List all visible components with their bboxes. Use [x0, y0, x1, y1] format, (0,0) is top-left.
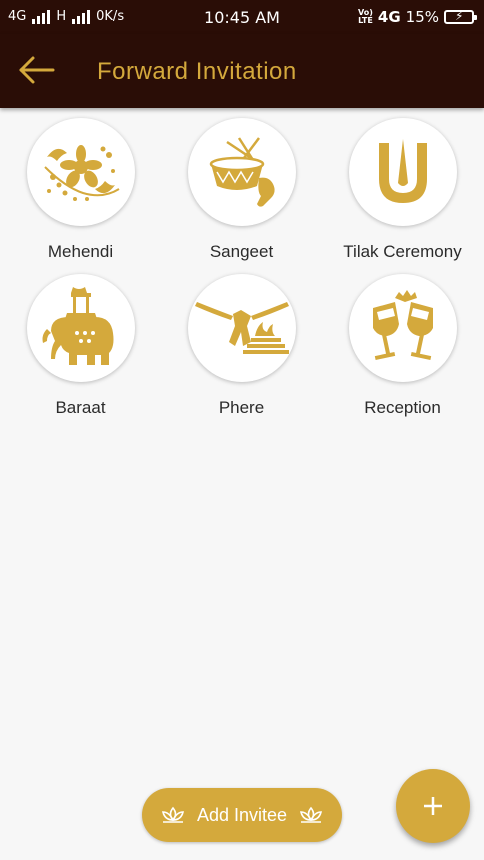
elephant-procession-icon [42, 287, 113, 365]
sacred-fire-icon [194, 302, 289, 354]
toast-glasses-icon [372, 290, 433, 361]
henna-floral-icon [43, 145, 120, 201]
battery-icon: ⚡ [444, 9, 477, 24]
lotus-icon [300, 806, 323, 823]
event-icon-circle[interactable] [26, 274, 135, 382]
event-icon-circle[interactable] [187, 118, 296, 226]
add-fab-button[interactable] [396, 769, 470, 843]
arrow-left-icon [19, 56, 55, 84]
dholak-drum-icon [209, 137, 275, 207]
add-invitee-button[interactable]: Add Invitee [142, 788, 342, 842]
event-label: Phere [218, 398, 265, 417]
event-label: Reception [364, 398, 441, 417]
event-icon-circle[interactable] [26, 118, 135, 226]
event-label: Tilak Ceremony [343, 242, 462, 261]
add-invitee-label: Add Invitee [196, 804, 288, 825]
app-bar: Forward Invitation [0, 34, 484, 108]
page-title: Forward Invitation [97, 58, 297, 85]
status-bar: 4G H 0K/s 10:45 AM Vo) LTE 4G 15% ⚡ [0, 0, 484, 34]
status-right: Vo) LTE 4G 15% ⚡ [358, 8, 477, 26]
plus-icon [424, 797, 442, 815]
network-type-3: 4G [377, 8, 401, 26]
battery-percent: 15% [405, 8, 439, 26]
event-sangeet[interactable]: Sangeet [161, 118, 322, 262]
event-baraat[interactable]: Baraat [0, 274, 161, 418]
event-phere[interactable]: Phere [161, 274, 322, 418]
event-icon-circle[interactable] [348, 274, 457, 382]
event-label: Sangeet [209, 242, 274, 261]
event-icon-circle[interactable] [348, 118, 457, 226]
event-reception[interactable]: Reception [322, 274, 483, 418]
event-icon-circle[interactable] [187, 274, 296, 382]
event-mehendi[interactable]: Mehendi [0, 118, 161, 262]
tilak-mark-icon [378, 139, 427, 203]
back-button[interactable] [18, 54, 56, 86]
event-label: Baraat [55, 398, 106, 417]
event-label: Mehendi [47, 242, 114, 261]
volte-icon: Vo) LTE [358, 8, 373, 25]
lotus-icon [161, 806, 184, 823]
event-tilak-ceremony[interactable]: Tilak Ceremony [322, 118, 483, 262]
